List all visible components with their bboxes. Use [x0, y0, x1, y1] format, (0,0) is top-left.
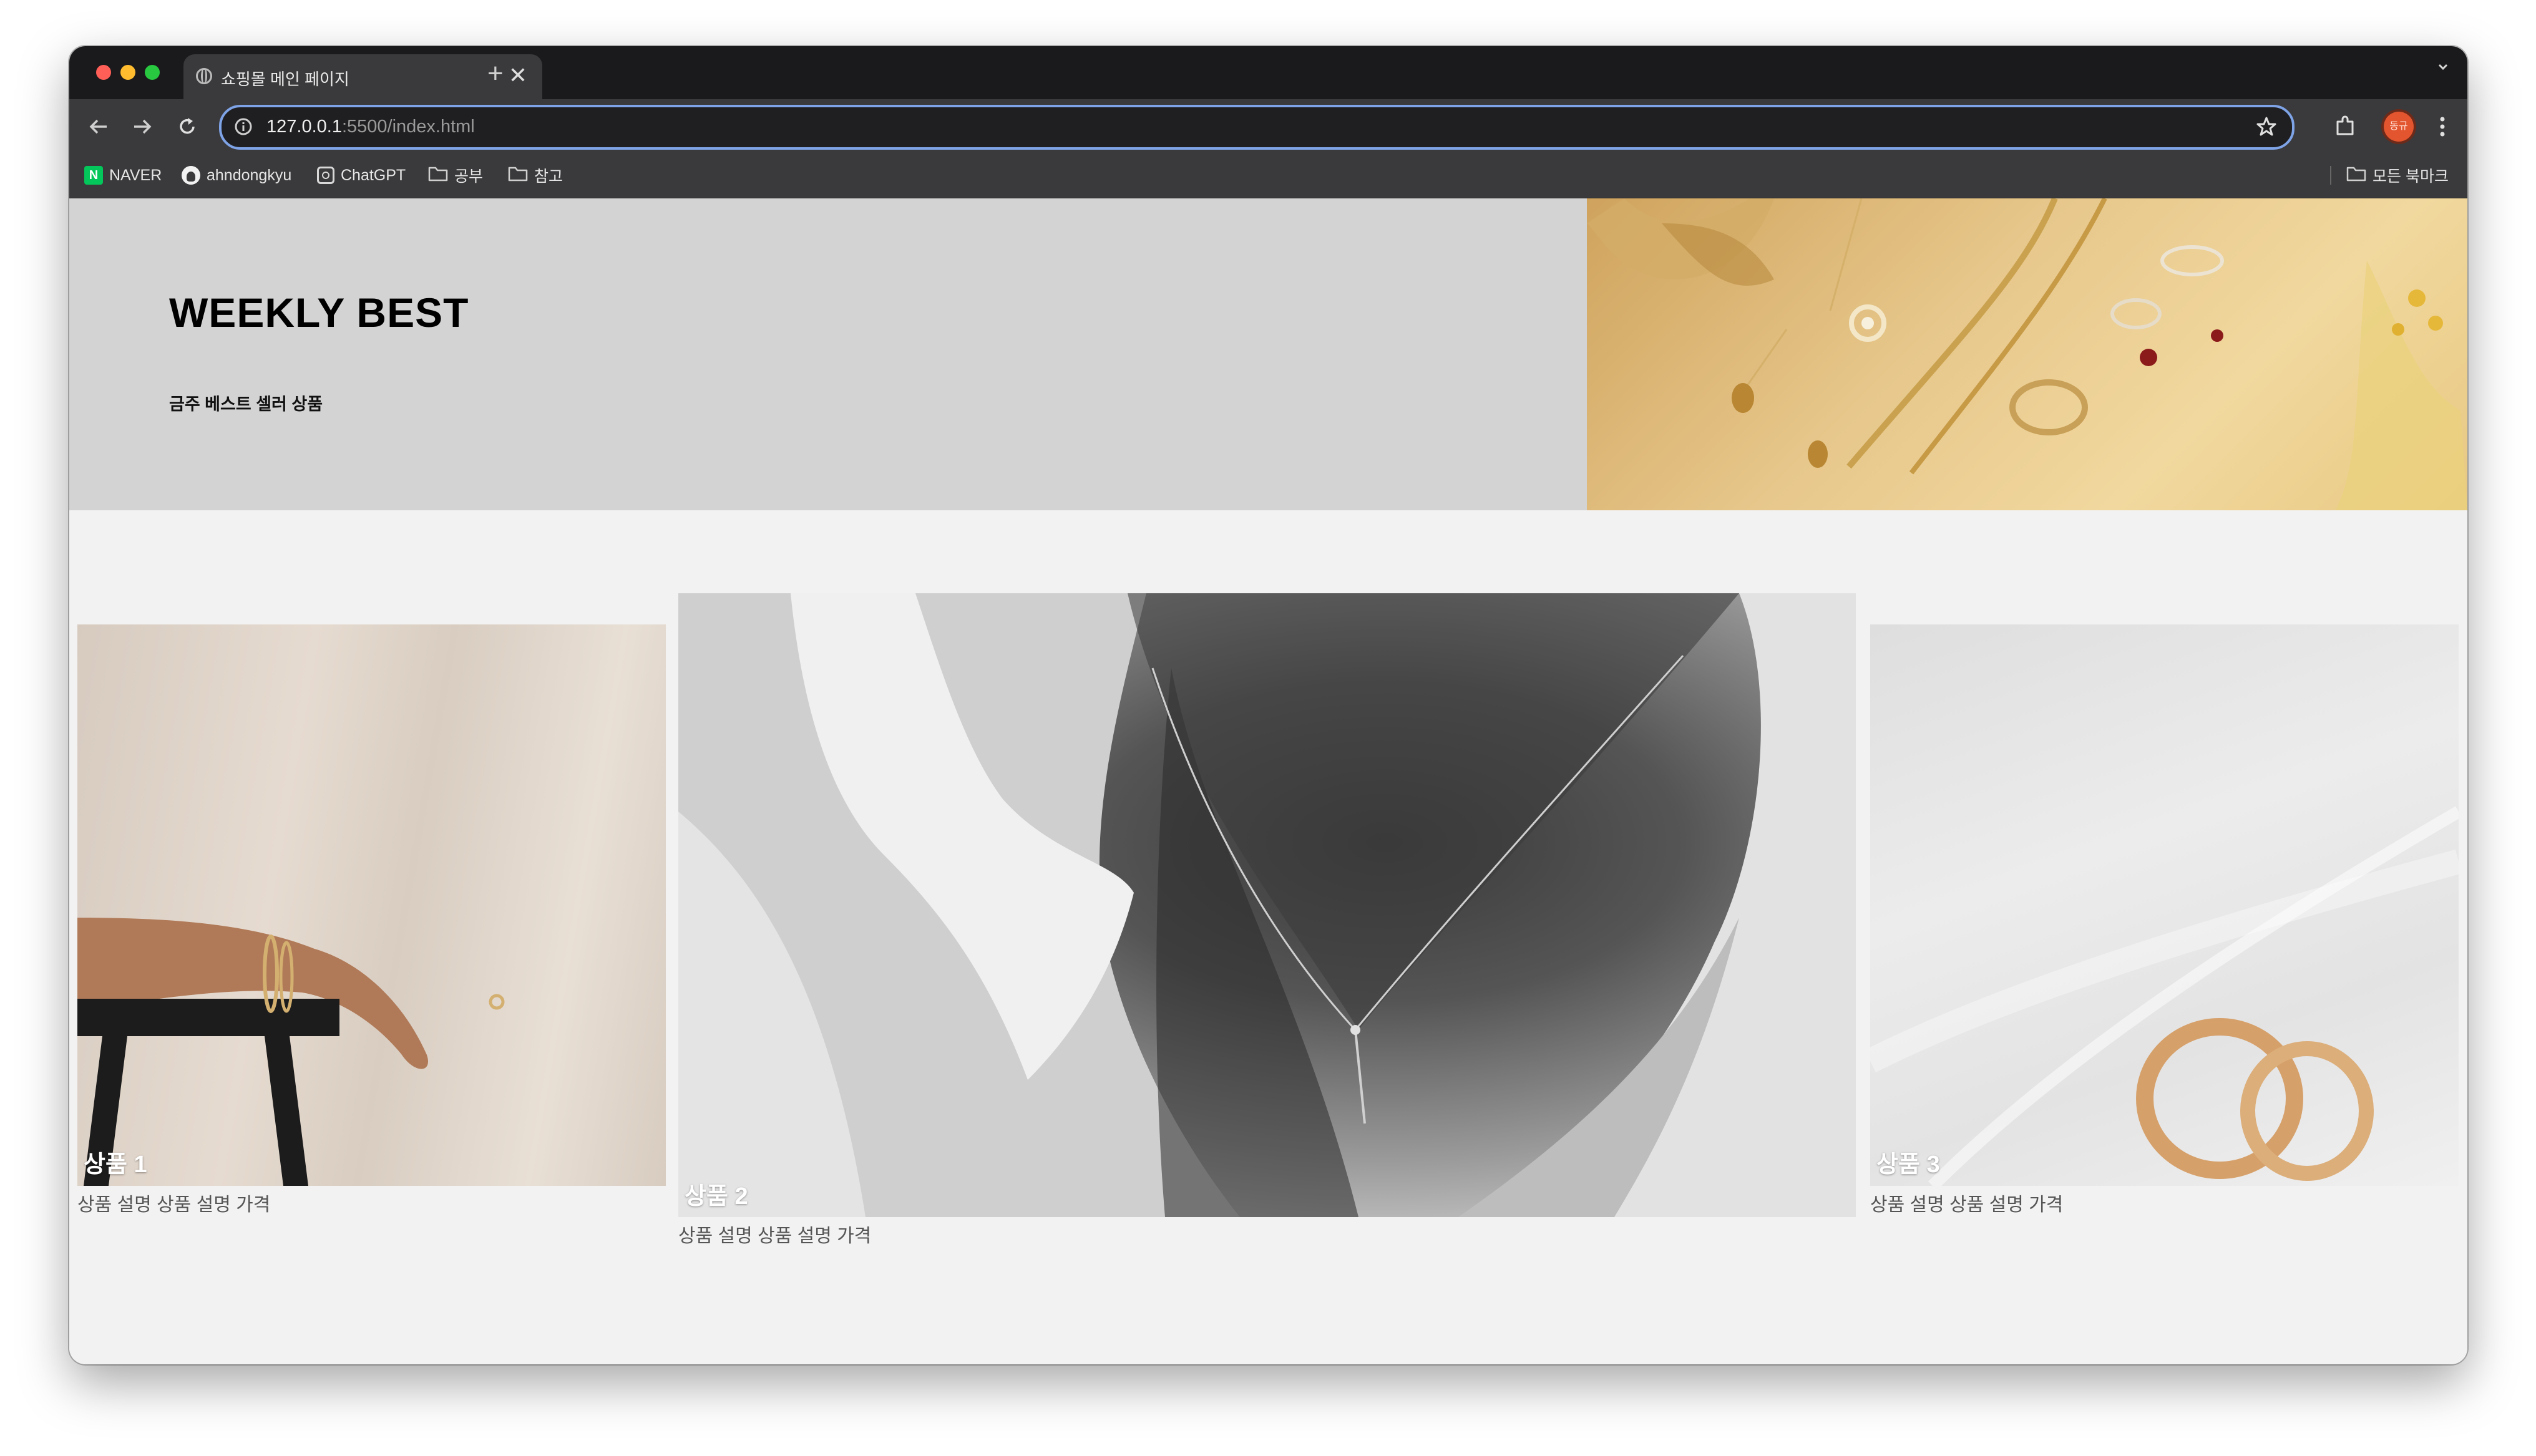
- page-content: WEEKLY BEST 금주 베스트 셀러 상품 상품 1 상품 설명 상품 설…: [69, 198, 2467, 1364]
- new-tab-button[interactable]: +: [487, 54, 504, 94]
- github-icon: [182, 166, 200, 185]
- bracelet-product-image[interactable]: [77, 624, 666, 1186]
- bookmark-folder-reference[interactable]: 참고: [508, 164, 563, 187]
- tab-title: 쇼핑몰 메인 페이지: [221, 70, 349, 89]
- address-bar[interactable]: 127.0.0.1:5500/index.html: [219, 105, 2295, 150]
- jewelry-banner-image: [1587, 198, 2467, 510]
- bookmark-label: 공부: [454, 168, 484, 185]
- divider: [2330, 166, 2332, 185]
- bookmark-naver[interactable]: N NAVER: [84, 164, 162, 187]
- globe-icon: [196, 68, 212, 84]
- folder-icon: [2346, 165, 2366, 186]
- product-description: 상품 설명 상품 설명 가격: [1870, 1195, 2064, 1215]
- bookmark-label: NAVER: [109, 166, 162, 184]
- kebab-menu-icon[interactable]: [2440, 117, 2445, 137]
- chevron-down-icon[interactable]: [2437, 61, 2449, 72]
- extensions-icon[interactable]: [2334, 115, 2356, 138]
- tab-strip: 쇼핑몰 메인 페이지 ✕ +: [69, 46, 2467, 99]
- bookmark-label: 참고: [534, 168, 563, 185]
- browser-window: 쇼핑몰 메인 페이지 ✕ + 127.0.0.1:5500/index.html: [69, 46, 2467, 1364]
- close-tab-icon[interactable]: ✕: [509, 62, 527, 89]
- bookmark-ahndongkyu[interactable]: ahndongkyu: [182, 164, 291, 187]
- maximize-window-button[interactable]: [145, 65, 160, 80]
- hero-subtitle: 금주 베스트 셀러 상품: [169, 395, 323, 414]
- product-name: 상품 2: [685, 1183, 748, 1210]
- bookmark-folder-study[interactable]: 공부: [428, 164, 483, 187]
- forward-arrow-icon[interactable]: [132, 117, 153, 137]
- url-text[interactable]: 127.0.0.1:5500/index.html: [266, 117, 475, 137]
- star-icon[interactable]: [2256, 116, 2277, 140]
- folder-icon: [508, 165, 528, 186]
- profile-avatar[interactable]: 동규: [2384, 112, 2414, 142]
- hero-title: WEEKLY BEST: [169, 289, 469, 336]
- bookmark-chatgpt[interactable]: ChatGPT: [317, 164, 406, 187]
- naver-icon: N: [84, 166, 103, 185]
- reload-icon[interactable]: [177, 116, 198, 137]
- necklace-product-image[interactable]: [678, 593, 1856, 1217]
- minimize-window-button[interactable]: [120, 65, 135, 80]
- product-name: 상품 1: [84, 1152, 147, 1178]
- toolbar: 127.0.0.1:5500/index.html 동규: [69, 99, 2467, 154]
- product-name: 상품 3: [1876, 1152, 1940, 1178]
- site-info-icon[interactable]: [234, 117, 253, 136]
- all-bookmarks[interactable]: 모든 북마크: [2330, 164, 2449, 187]
- bookmark-label: ahndongkyu: [207, 166, 292, 184]
- back-arrow-icon[interactable]: [88, 117, 109, 137]
- hero-banner: WEEKLY BEST 금주 베스트 셀러 상품: [69, 198, 1587, 510]
- product-description: 상품 설명 상품 설명 가격: [77, 1195, 271, 1215]
- product-description: 상품 설명 상품 설명 가격: [678, 1226, 872, 1246]
- url-path: :5500/index.html: [341, 117, 475, 137]
- rings-product-image[interactable]: [1870, 624, 2459, 1186]
- folder-icon: [428, 165, 448, 186]
- chatgpt-icon: [317, 167, 334, 184]
- url-host: 127.0.0.1: [266, 117, 342, 137]
- close-window-button[interactable]: [96, 65, 111, 80]
- bookmarks-bar: N NAVER ahndongkyu ChatGPT 공부 참고 모든 북마크: [69, 154, 2467, 198]
- bookmark-label: 모든 북마크: [2373, 168, 2449, 185]
- bookmark-label: ChatGPT: [341, 166, 406, 184]
